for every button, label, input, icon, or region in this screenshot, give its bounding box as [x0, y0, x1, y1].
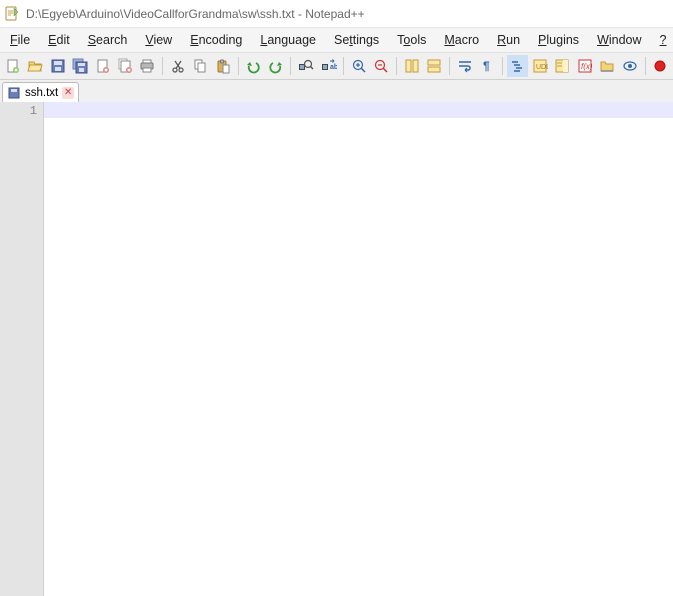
menu-tools[interactable]: Tools — [389, 31, 434, 49]
menu-run[interactable]: Run — [489, 31, 528, 49]
menu-search[interactable]: Search — [80, 31, 136, 49]
doc-map-button[interactable] — [552, 55, 573, 77]
tab-close-button[interactable]: ✕ — [62, 87, 74, 99]
menu-plugins[interactable]: Plugins — [530, 31, 587, 49]
function-list-button[interactable]: f(x) — [574, 55, 595, 77]
menu-edit[interactable]: Edit — [40, 31, 78, 49]
menu-settings[interactable]: Settings — [326, 31, 387, 49]
svg-text:f(x): f(x) — [581, 62, 593, 71]
svg-text:UDL: UDL — [536, 64, 548, 71]
toolbar-separator — [238, 57, 239, 75]
replace-button[interactable]: ab — [318, 55, 339, 77]
folder-workspace-button[interactable] — [597, 55, 618, 77]
menu-language[interactable]: Language — [252, 31, 324, 49]
cut-button[interactable] — [167, 55, 188, 77]
undo-button[interactable] — [242, 55, 263, 77]
menu-help[interactable]: ? — [652, 31, 673, 49]
sync-vertical-button[interactable] — [401, 55, 422, 77]
zoom-in-button[interactable] — [348, 55, 369, 77]
svg-text:¶: ¶ — [483, 59, 490, 73]
menu-bar: File Edit Search View Encoding Language … — [0, 28, 673, 52]
toolbar-separator — [645, 57, 646, 75]
title-bar: D:\Egyeb\Arduino\VideoCallforGrandma\sw\… — [0, 0, 673, 28]
current-line-highlight — [44, 102, 673, 118]
toolbar-separator — [290, 57, 291, 75]
close-file-button[interactable] — [92, 55, 113, 77]
toolbar-separator — [502, 57, 503, 75]
menu-encoding[interactable]: Encoding — [182, 31, 250, 49]
record-macro-button[interactable] — [650, 55, 671, 77]
editor: 1 — [0, 102, 673, 596]
window-title: D:\Egyeb\Arduino\VideoCallforGrandma\sw\… — [26, 7, 365, 21]
indent-guide-button[interactable] — [507, 55, 528, 77]
tab-ssh[interactable]: ssh.txt ✕ — [2, 82, 79, 102]
toolbar-separator — [343, 57, 344, 75]
sync-horizontal-button[interactable] — [424, 55, 445, 77]
save-file-button[interactable] — [47, 55, 68, 77]
toolbar-separator — [449, 57, 450, 75]
new-file-button[interactable] — [2, 55, 23, 77]
close-all-button[interactable] — [114, 55, 135, 77]
line-number-gutter: 1 — [0, 102, 44, 596]
line-number: 1 — [0, 104, 37, 118]
find-button[interactable] — [295, 55, 316, 77]
text-area[interactable] — [44, 102, 673, 596]
tab-label: ssh.txt — [25, 87, 58, 99]
svg-text:ab: ab — [330, 64, 337, 71]
toolbar: ab ¶ UDL f(x) — [0, 52, 673, 80]
app-icon — [4, 6, 20, 22]
menu-file[interactable]: File — [2, 31, 38, 49]
paste-button[interactable] — [212, 55, 233, 77]
menu-macro[interactable]: Macro — [436, 31, 487, 49]
toolbar-separator — [396, 57, 397, 75]
udl-button[interactable]: UDL — [529, 55, 550, 77]
print-button[interactable] — [137, 55, 158, 77]
save-all-button[interactable] — [69, 55, 90, 77]
copy-button[interactable] — [190, 55, 211, 77]
word-wrap-button[interactable] — [454, 55, 475, 77]
menu-window[interactable]: Window — [589, 31, 649, 49]
show-all-chars-button[interactable]: ¶ — [476, 55, 497, 77]
file-icon — [7, 86, 21, 100]
menu-view[interactable]: View — [137, 31, 180, 49]
open-file-button[interactable] — [24, 55, 45, 77]
monitor-button[interactable] — [619, 55, 640, 77]
tab-strip: ssh.txt ✕ — [0, 80, 673, 102]
zoom-out-button[interactable] — [371, 55, 392, 77]
redo-button[interactable] — [265, 55, 286, 77]
toolbar-separator — [162, 57, 163, 75]
